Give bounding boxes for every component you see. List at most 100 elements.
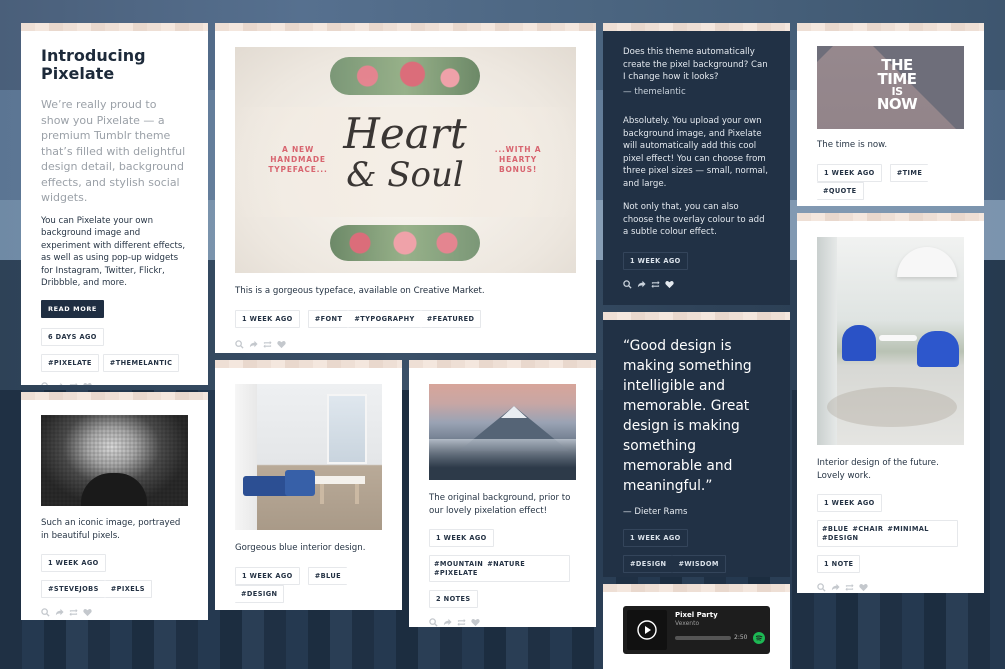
reblog-icon[interactable] [457,618,466,627]
question-answer-card: Does this theme automatically create the… [603,23,790,305]
tag[interactable]: #DESIGN [623,555,673,573]
caption-text: This is a gorgeous typeface, available o… [235,286,414,296]
tag[interactable]: #TIME [889,163,929,182]
spotify-logo-icon[interactable] [753,632,765,644]
tag[interactable]: #CHAIR [852,525,883,533]
tag-list: #MOUNTAIN #NATURE #PIXELATE [429,555,570,582]
question-asker[interactable]: — themelantic [623,86,770,99]
quote-text: “Good design is making something intelli… [623,338,752,494]
heart-icon[interactable] [83,382,92,386]
heart-icon[interactable] [859,583,868,592]
tag[interactable]: #BLUE [822,525,848,533]
post-lead: We’re really proud to show you Pixelate … [41,98,186,204]
tag[interactable]: #TYPOGRAPHY [348,309,421,328]
card-pixel-border [797,213,984,221]
tag[interactable]: #STEVEJOBS [41,580,105,598]
notes-count[interactable]: 2 NOTES [429,590,478,608]
tag[interactable]: #MINIMAL [887,525,929,533]
reblog-icon[interactable] [845,583,854,592]
post-time[interactable]: 1 WEEK AGO [235,566,300,585]
share-icon[interactable] [55,382,64,386]
tag[interactable]: #DESIGN [822,534,858,542]
post-time[interactable]: 1 WEEK AGO [623,251,688,270]
post-caption: Such an iconic image, portrayed in beaut… [41,518,181,541]
heart-icon[interactable] [83,608,92,617]
search-icon[interactable] [623,279,632,289]
card-pixel-border [215,360,402,368]
post-actions [623,279,770,289]
image-title-heart: Heart [343,109,467,158]
image-title-soul: & Soul [346,155,464,195]
image-text-right: ...WITH A HEARTY BONUS! [494,145,542,174]
post-actions [817,583,964,592]
tag[interactable]: #PIXELATE [41,353,99,372]
card-pixel-border [603,23,790,31]
quote-author: — Dieter Rams [623,507,688,517]
tag[interactable]: #FONT [307,309,349,328]
heart-icon[interactable] [277,340,286,349]
heart-icon[interactable] [665,280,674,289]
share-icon[interactable] [55,608,64,617]
track-duration: 2:50 [734,634,748,641]
search-icon[interactable] [41,608,50,617]
post-time[interactable]: 1 WEEK AGO [235,309,300,328]
mountain-card: The original background, prior to our lo… [409,360,596,627]
search-icon[interactable] [817,583,826,592]
reblog-icon[interactable] [263,340,272,349]
play-button-icon[interactable] [637,620,657,640]
reblog-icon[interactable] [69,608,78,617]
post-caption: Gorgeous blue interior design. [235,543,366,553]
tag[interactable]: #PIXELS [104,580,152,598]
post-time[interactable]: 1 WEEK AGO [429,529,494,547]
pixel-portrait-image[interactable] [41,415,188,506]
search-icon[interactable] [41,381,50,386]
tag[interactable]: #DESIGN [235,584,285,603]
post-time[interactable]: 1 WEEK AGO [817,163,882,182]
tag[interactable]: #QUOTE [817,181,864,200]
creative-market-link[interactable]: Creative Market [414,286,482,296]
image-text-left: A NEW HANDMADE TYPEFACE... [268,145,328,174]
flower-garland-bottom [330,225,480,261]
blue-interior-card: Gorgeous blue interior design. 1 WEEK AG… [215,360,402,610]
share-icon[interactable] [249,340,258,349]
post-time[interactable]: 1 WEEK AGO [623,529,688,547]
future-interior-image[interactable] [817,237,964,445]
flower-garland-top [330,57,480,95]
post-time[interactable]: 6 DAYS AGO [41,327,104,346]
future-interior-card: Interior design of the future. Lovely wo… [797,213,984,593]
question-text: Does this theme automatically create the… [623,47,768,82]
post-caption: The original background, prior to our lo… [429,493,571,516]
caption-suffix: . [481,286,485,296]
blue-interior-image[interactable] [235,384,382,530]
tag[interactable]: #FEATURED [420,309,482,328]
tag[interactable]: #WISDOM [672,555,726,573]
tag[interactable]: #BLUE [307,566,348,585]
read-more-button[interactable]: READ MORE [41,299,104,318]
progress-bar[interactable] [675,636,731,640]
tag[interactable]: #PIXELATE [434,569,478,577]
post-caption: This is a gorgeous typeface, available o… [235,285,576,298]
card-pixel-border [21,392,208,400]
tag[interactable]: #MOUNTAIN [434,560,483,568]
post-time[interactable]: 1 WEEK AGO [817,494,882,512]
reblog-icon[interactable] [69,382,78,386]
pixel-portrait-card: Such an iconic image, portrayed in beaut… [21,392,208,620]
notes-count[interactable]: 1 NOTE [817,555,861,573]
search-icon[interactable] [429,618,438,627]
reblog-icon[interactable] [651,280,660,289]
search-icon[interactable] [235,339,244,349]
tag-list: #BLUE #CHAIR #MINIMAL #DESIGN [817,520,958,547]
intro-post-card: Introducing Pixelate We’re really proud … [21,23,208,385]
heart-soul-image[interactable]: A NEW HANDMADE TYPEFACE... Heart & Soul … [235,47,576,273]
quote-card: “Good design is making something intelli… [603,312,790,577]
share-icon[interactable] [831,583,840,592]
share-icon[interactable] [443,618,452,627]
track-title: Pixel Party [675,611,718,619]
share-icon[interactable] [637,280,646,289]
post-time[interactable]: 1 WEEK AGO [41,554,106,572]
tag[interactable]: #THEMELANTIC [102,353,180,372]
tag[interactable]: #NATURE [487,560,525,568]
mountain-image[interactable] [429,384,576,480]
time-is-now-image[interactable]: THE TIME IS NOW [817,46,964,129]
heart-icon[interactable] [471,618,480,627]
